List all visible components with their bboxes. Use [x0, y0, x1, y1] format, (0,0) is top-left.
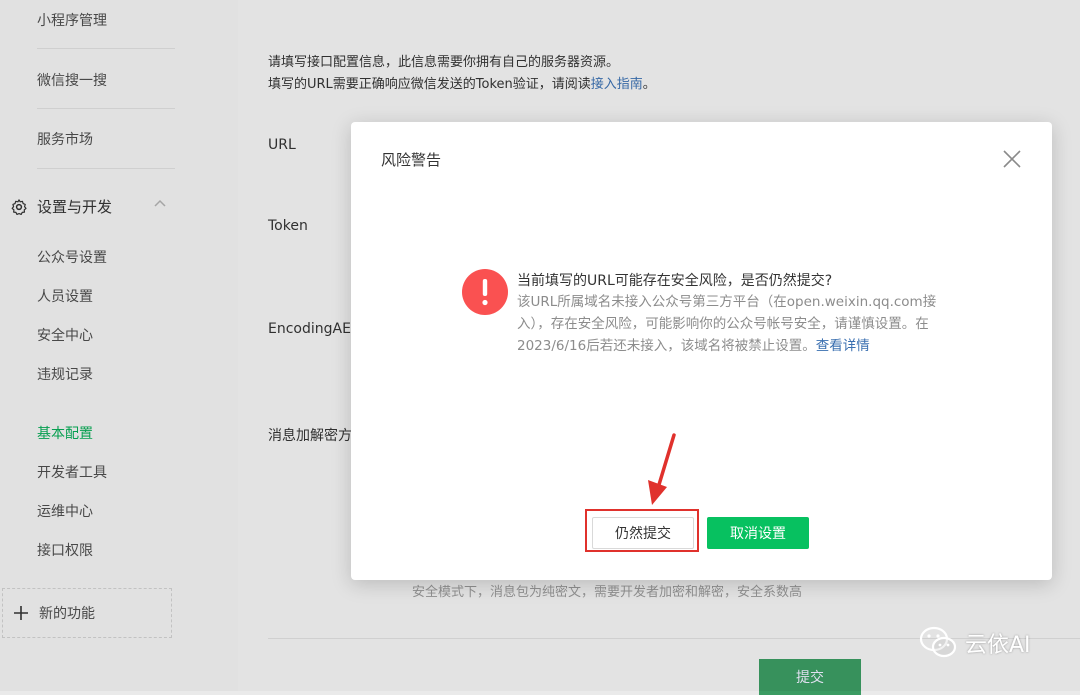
sidebar-item-security-center[interactable]: 安全中心	[37, 325, 93, 345]
sidebar-divider	[37, 48, 175, 49]
chevron-up-icon[interactable]	[153, 198, 167, 208]
new-feature-label: 新的功能	[39, 606, 95, 622]
sidebar-item-account-settings[interactable]: 公众号设置	[37, 247, 107, 267]
sidebar-item-api-permissions[interactable]: 接口权限	[37, 540, 93, 560]
encrypt-mode-label: 消息加解密方	[268, 428, 352, 444]
warning-message-body: 该URL所属域名未接入公众号第三方平台（在open.weixin.qq.com接…	[517, 291, 947, 357]
annotation-arrow-icon	[648, 433, 676, 505]
sidebar-divider	[37, 168, 175, 169]
encoding-aes-label: EncodingAES	[268, 321, 360, 337]
plus-icon	[14, 606, 28, 620]
warning-message-text: 该URL所属域名未接入公众号第三方平台（在open.weixin.qq.com接…	[517, 294, 937, 354]
sidebar-item-weixin-search[interactable]: 微信搜一搜	[37, 70, 107, 90]
wechat-logo-icon	[919, 626, 957, 658]
submit-button[interactable]: 提交	[759, 659, 861, 695]
cancel-settings-button[interactable]: 取消设置	[707, 517, 809, 549]
sidebar-item-ops-center[interactable]: 运维中心	[37, 501, 93, 521]
sidebar-section-settings[interactable]: 设置与开发	[10, 196, 166, 217]
config-info-line1: 请填写接口配置信息，此信息需要你拥有自己的服务器资源。	[268, 55, 620, 70]
sidebar-item-service-market[interactable]: 服务市场	[37, 129, 93, 149]
risk-warning-dialog: 风险警告 当前填写的URL可能存在安全风险，是否仍然提交? 该URL所属域名未接…	[351, 122, 1052, 580]
confirm-submit-button[interactable]: 仍然提交	[592, 517, 694, 549]
sidebar-item-basic-config[interactable]: 基本配置	[37, 423, 93, 443]
new-feature-button[interactable]: 新的功能	[2, 588, 172, 638]
view-details-link[interactable]: 查看详情	[816, 338, 870, 354]
watermark: 云依AI	[919, 626, 1031, 660]
dialog-title: 风险警告	[381, 151, 442, 169]
config-info-text: 填写的URL需要正确响应微信发送的Token验证，请阅读	[268, 77, 591, 92]
sidebar-item-violation-records[interactable]: 违规记录	[37, 364, 93, 384]
watermark-text: 云依AI	[965, 633, 1031, 658]
warning-icon	[462, 269, 508, 315]
sidebar-item-miniprogram[interactable]: 小程序管理	[37, 10, 107, 30]
sidebar-item-developer-tools[interactable]: 开发者工具	[37, 462, 107, 482]
safe-mode-hint: 安全模式下，消息包为纯密文，需要开发者加密和解密，安全系数高	[412, 585, 803, 600]
url-label: URL	[268, 137, 296, 153]
sidebar-item-member-settings[interactable]: 人员设置	[37, 286, 93, 306]
sidebar-divider	[37, 108, 175, 109]
sidebar-section-title: 设置与开发	[37, 198, 113, 216]
gear-icon	[11, 198, 27, 215]
access-guide-link[interactable]: 接入指南	[591, 77, 643, 92]
sidebar: 小程序管理 微信搜一搜 服务市场 设置与开发 公众号设置 人员设置 安全中心 违…	[0, 0, 238, 691]
config-info-period: 。	[642, 77, 656, 92]
token-label: Token	[268, 218, 308, 234]
close-icon[interactable]	[1001, 148, 1023, 170]
warning-message-title: 当前填写的URL可能存在安全风险，是否仍然提交?	[517, 273, 833, 289]
config-info-line2: 填写的URL需要正确响应微信发送的Token验证，请阅读接入指南。	[268, 73, 656, 92]
